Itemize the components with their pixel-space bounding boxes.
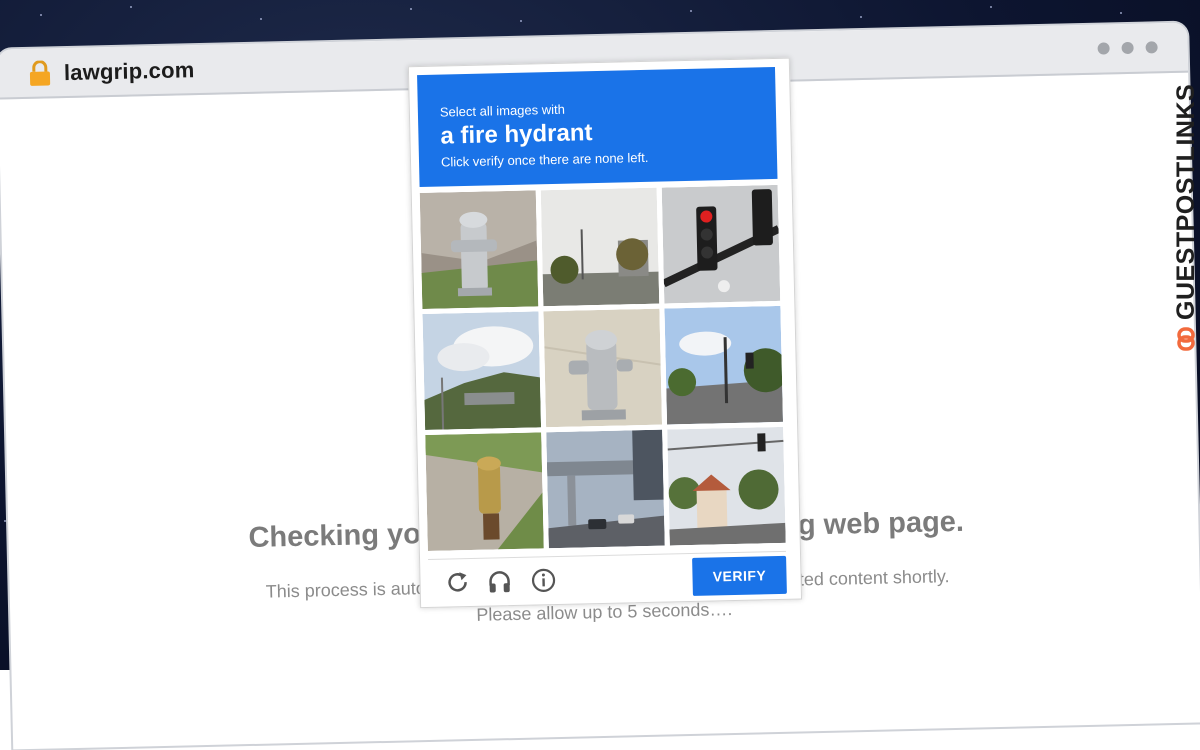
captcha-tile-hydrant-grass[interactable] [425, 432, 544, 551]
captcha-tile-street-building[interactable] [667, 427, 786, 546]
captcha-target-label: a fire hydrant [440, 119, 593, 150]
captcha-footer: VERIFY [428, 551, 787, 604]
hydrant-image [543, 309, 662, 428]
headphones-icon[interactable] [486, 568, 513, 595]
window-dot-icon[interactable] [1121, 42, 1133, 54]
window-dot-icon[interactable] [1097, 42, 1109, 54]
street-image [664, 306, 783, 425]
captcha-dialog: Select all images with a fire hydrant Cl… [408, 58, 802, 609]
info-icon[interactable] [530, 567, 557, 594]
window-dot-icon[interactable] [1145, 41, 1157, 53]
tilted-scene: lawgrip.com Checking your browser before… [0, 0, 1200, 684]
street-image [541, 188, 660, 307]
lock-icon [28, 60, 53, 87]
captcha-tile-hydrant-sidewalk[interactable] [420, 190, 539, 309]
captcha-header: Select all images with a fire hydrant Cl… [417, 67, 777, 187]
captcha-tile-hydrant-closeup[interactable] [543, 309, 662, 428]
captcha-tile-clouds-hills[interactable] [422, 311, 541, 430]
watermark-label: GUESTPOSTLINKS [1172, 84, 1200, 320]
window-controls [1097, 41, 1157, 54]
captcha-instruction: Click verify once there are none left. [441, 150, 649, 170]
captcha-tile-street-trees[interactable] [541, 188, 660, 307]
reload-icon[interactable] [444, 569, 471, 596]
browser-window: lawgrip.com Checking your browser before… [0, 23, 1200, 750]
overpass-image [546, 430, 665, 549]
link-logo-icon [1173, 326, 1199, 352]
watermark-text: GUESTPOSTLINKS [1166, 52, 1200, 352]
address-bar-url[interactable]: lawgrip.com [64, 57, 195, 86]
street-image [667, 427, 786, 546]
captcha-prompt-line: Select all images with [440, 102, 565, 120]
traffic-light-image [662, 185, 781, 304]
hydrant-image [420, 190, 539, 309]
watermark: GUESTPOSTLINKS [1160, 56, 1200, 356]
hydrant-image [425, 432, 544, 551]
landscape-image [422, 311, 541, 430]
captcha-tile-traffic-lights[interactable] [662, 185, 781, 304]
verify-button[interactable]: VERIFY [692, 556, 787, 596]
captcha-tile-street-signal[interactable] [664, 306, 783, 425]
captcha-image-grid [420, 185, 786, 551]
captcha-tile-overpass[interactable] [546, 430, 665, 549]
